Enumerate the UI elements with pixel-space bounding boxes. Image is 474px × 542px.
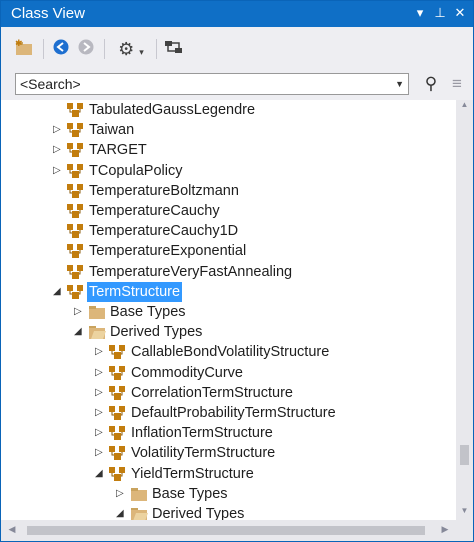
collapse-arrow-icon[interactable]: ◢ xyxy=(116,504,128,520)
tree-node-label: InflationTermStructure xyxy=(131,425,273,442)
tree-node-label: DefaultProbabilityTermStructure xyxy=(131,405,336,421)
class-icon xyxy=(109,365,127,380)
tree-node-label: CommodityCurve xyxy=(131,364,243,381)
back-icon[interactable] xyxy=(51,38,71,60)
folder-open-icon xyxy=(130,507,148,520)
toolbar: ✱ ⚙ ▾ xyxy=(1,27,473,71)
toolbar-separator xyxy=(104,39,105,59)
toolbar-separator xyxy=(156,39,157,59)
expand-arrow-icon[interactable]: ▷ xyxy=(95,403,107,423)
tree-node-label: Base Types xyxy=(110,304,186,320)
collapse-arrow-icon[interactable]: ◢ xyxy=(74,322,86,342)
expand-arrow-icon[interactable]: ▷ xyxy=(95,423,107,443)
class-icon xyxy=(109,385,127,400)
search-icon[interactable]: ⚲ xyxy=(421,73,441,95)
expand-arrow-icon[interactable]: ▷ xyxy=(53,161,65,181)
tree-node-label: TCopulaPolicy xyxy=(89,162,183,179)
class-view-panel: Class View ▾ ⊥ ✕ ✱ ⚙ ▾ <Search> ▼ ⚲ ≡ Ta… xyxy=(0,0,474,542)
horizontal-scroll-thumb[interactable] xyxy=(27,526,425,535)
scroll-right-icon[interactable]: ▶ xyxy=(438,524,452,538)
collapse-arrow-icon[interactable]: ◢ xyxy=(53,282,65,302)
search-dropdown-icon[interactable]: ▼ xyxy=(395,74,404,94)
class-icon xyxy=(67,103,85,117)
gear-icon[interactable]: ⚙ ▾ xyxy=(111,38,151,60)
search-input[interactable]: <Search> ▼ xyxy=(15,73,409,95)
class-icon xyxy=(109,345,127,360)
class-icon xyxy=(67,244,85,259)
tree-node-label: CallableBondVolatilityStructure xyxy=(131,344,330,361)
vertical-scrollbar[interactable]: ▲ ▼ xyxy=(456,100,473,520)
expand-arrow-icon[interactable]: ▷ xyxy=(95,443,107,463)
class-icon xyxy=(67,284,85,299)
tree-node-label: TemperatureCauchy1D xyxy=(89,223,239,240)
expand-arrow-icon[interactable]: ▷ xyxy=(116,484,128,504)
class-icon xyxy=(109,446,127,461)
expand-arrow-icon[interactable]: ▷ xyxy=(95,342,107,362)
expand-arrow-icon[interactable]: ▷ xyxy=(95,363,107,383)
tree-node-label: Derived Types xyxy=(110,324,203,341)
clear-search-icon[interactable]: ≡ xyxy=(447,73,467,95)
tree-node-label: TemperatureExponential xyxy=(89,243,247,260)
tree-node-label: TARGET xyxy=(89,142,147,159)
tree-node-label: TemperatureCauchy xyxy=(89,203,220,219)
panel-title: Class View xyxy=(11,5,85,22)
search-row: <Search> ▼ ⚲ ≡ xyxy=(1,71,473,101)
class-icon xyxy=(67,204,85,218)
expand-arrow-icon[interactable]: ▷ xyxy=(53,120,65,140)
class-icon xyxy=(109,406,127,420)
tree-node-label: TemperatureBoltzmann xyxy=(89,182,239,199)
tree-node-label: TermStructure xyxy=(87,281,183,302)
folder-icon xyxy=(88,305,106,319)
tree-node-label: TemperatureVeryFastAnnealing xyxy=(89,263,293,280)
collapse-arrow-icon[interactable]: ◢ xyxy=(95,464,107,484)
title-bar: Class View ▾ ⊥ ✕ xyxy=(1,1,473,27)
search-input-text: <Search> xyxy=(20,76,81,92)
folder-icon xyxy=(130,487,148,501)
scroll-up-icon[interactable]: ▲ xyxy=(456,100,473,114)
class-icon xyxy=(67,183,85,198)
forward-icon[interactable] xyxy=(76,38,96,60)
class-icon xyxy=(109,426,127,441)
new-folder-icon[interactable]: ✱ xyxy=(13,38,35,60)
class-icon xyxy=(67,224,85,239)
pin-icon[interactable]: ⊥ xyxy=(431,3,449,23)
class-icon xyxy=(67,123,85,138)
scroll-corner xyxy=(456,520,473,541)
tree-node-label: CorrelationTermStructure xyxy=(131,384,293,401)
close-icon[interactable]: ✕ xyxy=(451,3,469,23)
class-icon xyxy=(67,163,85,178)
class-icon xyxy=(67,264,85,279)
expand-arrow-icon[interactable]: ▷ xyxy=(53,140,65,160)
tree-node-label: Derived Types xyxy=(152,506,245,520)
vertical-scroll-thumb[interactable] xyxy=(460,445,469,465)
tree-node-label: Taiwan xyxy=(89,122,135,139)
svg-text:✱: ✱ xyxy=(15,38,23,48)
folder-open-icon xyxy=(88,325,106,340)
expand-arrow-icon[interactable]: ▷ xyxy=(95,383,107,403)
expand-arrow-icon[interactable]: ▷ xyxy=(74,302,86,322)
tree-node-label: YieldTermStructure xyxy=(131,465,254,482)
sync-icon[interactable] xyxy=(163,38,185,60)
class-icon xyxy=(109,466,127,481)
class-icon xyxy=(67,143,85,158)
scroll-left-icon[interactable]: ◀ xyxy=(5,524,19,538)
tree-node-label: Base Types xyxy=(152,485,228,502)
toolbar-separator xyxy=(43,39,44,59)
tree-node-label: VolatilityTermStructure xyxy=(131,445,276,462)
tree-node-label: TabulatedGaussLegendre xyxy=(89,102,256,118)
horizontal-scrollbar[interactable]: ◀ ▶ xyxy=(1,520,456,541)
window-position-dropdown-icon[interactable]: ▾ xyxy=(411,3,429,23)
scroll-down-icon[interactable]: ▼ xyxy=(456,506,473,520)
class-tree: TabulatedGaussLegendre ▷ Taiwan ▷ TARGET ▷ TCo… xyxy=(1,100,456,520)
